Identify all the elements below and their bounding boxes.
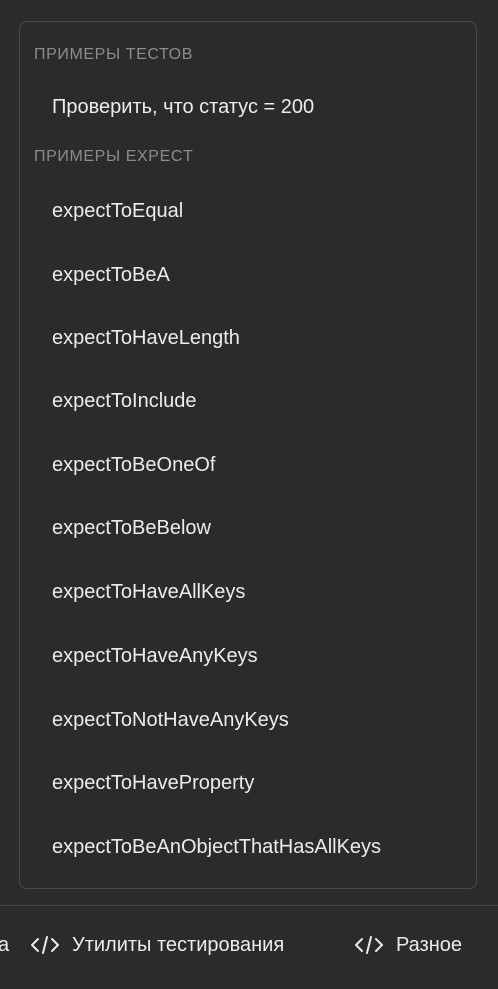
code-icon	[354, 935, 384, 955]
expect-snippet-to-be-one-of[interactable]: expectToBeOneOf	[52, 453, 215, 477]
code-icon	[30, 935, 60, 955]
expect-snippet-to-be-an-object-that-has-all-keys[interactable]: expectToBeAnObjectThatHasAllKeys	[52, 835, 381, 859]
expect-snippet-to-include[interactable]: expectToInclude	[52, 389, 197, 413]
tab-partial-label: a	[0, 933, 10, 956]
tests-section-header: ПРИМЕРЫ ТЕСТОВ	[34, 46, 193, 63]
expect-snippet-to-be-below[interactable]: expectToBeBelow	[52, 516, 211, 540]
tab-testing-utilities-label: Утилиты тестирования	[72, 933, 285, 956]
expect-snippet-to-be-a[interactable]: expectToBeA	[52, 263, 170, 287]
test-snippet-status-200[interactable]: Проверить, что статус = 200	[52, 95, 314, 119]
category-tabs-bar: a Утилиты тестирования Разное	[0, 905, 498, 989]
tab-testing-utilities[interactable]: Утилиты тестирования	[30, 931, 284, 959]
expect-snippet-to-not-have-any-keys[interactable]: expectToNotHaveAnyKeys	[52, 708, 289, 732]
expect-section-header: ПРИМЕРЫ EXPECT	[34, 148, 194, 165]
snippets-panel: ПРИМЕРЫ ТЕСТОВ Проверить, что статус = 2…	[19, 21, 477, 889]
expect-snippet-to-have-property[interactable]: expectToHaveProperty	[52, 771, 254, 795]
expect-snippet-to-have-all-keys[interactable]: expectToHaveAllKeys	[52, 580, 245, 604]
expect-snippet-to-have-length[interactable]: expectToHaveLength	[52, 326, 240, 350]
expect-snippet-to-have-any-keys[interactable]: expectToHaveAnyKeys	[52, 644, 258, 668]
tab-misc[interactable]: Разное	[354, 931, 462, 959]
tab-misc-label: Разное	[396, 933, 463, 956]
expect-snippet-to-equal[interactable]: expectToEqual	[52, 199, 183, 223]
tab-partial[interactable]: a	[0, 931, 9, 959]
